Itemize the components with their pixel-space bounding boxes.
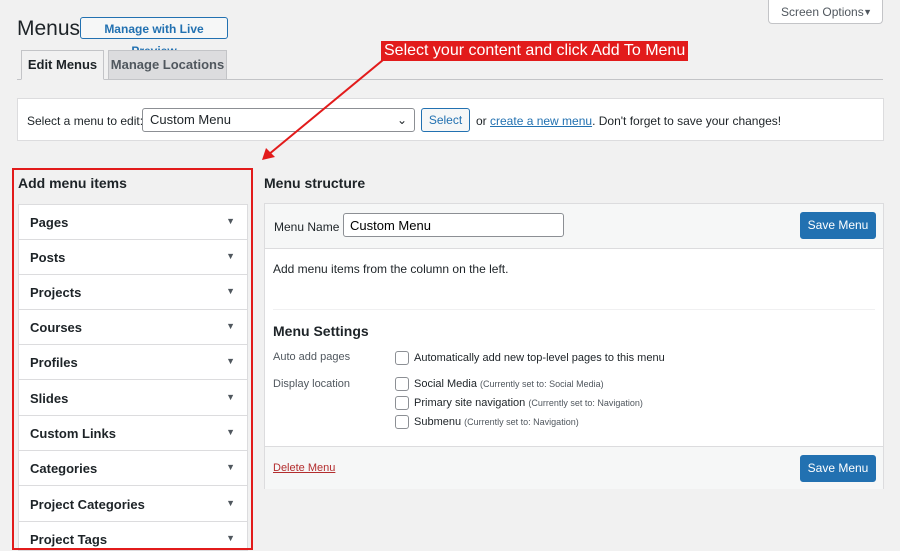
annotation-callout: Select your content and click Add To Men… [381, 41, 689, 61]
tab-edit-menus[interactable]: Edit Menus [21, 50, 104, 80]
annotation-arrow-icon [262, 59, 384, 160]
